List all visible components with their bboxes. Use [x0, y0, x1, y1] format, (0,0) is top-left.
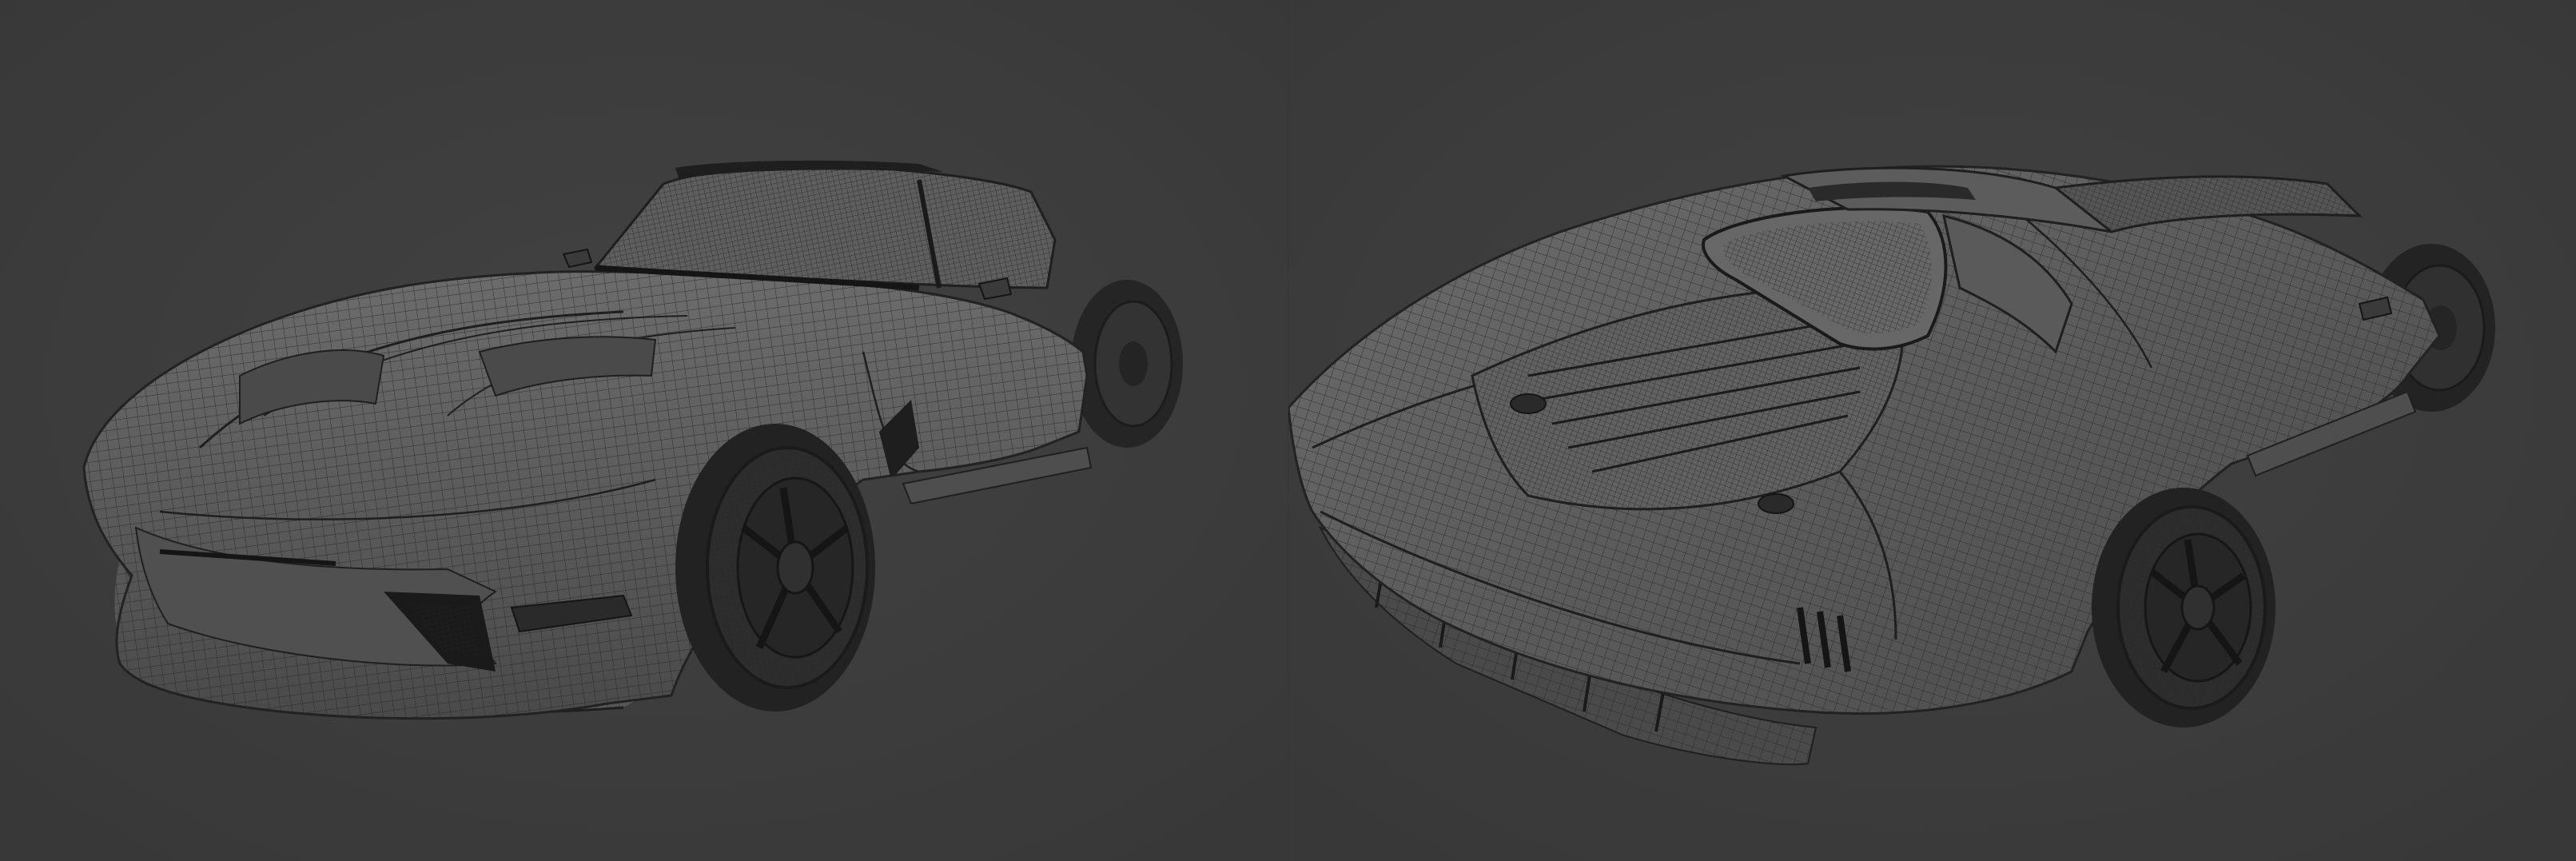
front-wheel-near	[675, 424, 875, 712]
rear-wheel-near	[2092, 488, 2275, 727]
dual-viewport-render	[0, 0, 2576, 861]
viewport-front-view[interactable]	[0, 0, 1288, 861]
deck-vent-right	[1758, 493, 1794, 514]
wireframe-car-rear-icon	[1288, 0, 2576, 861]
viewport-rear-view[interactable]	[1288, 0, 2576, 861]
wireframe-car-front-icon	[0, 0, 1288, 861]
rear-wheel-far	[1071, 280, 1183, 448]
deck-vent-left	[1510, 393, 1547, 414]
